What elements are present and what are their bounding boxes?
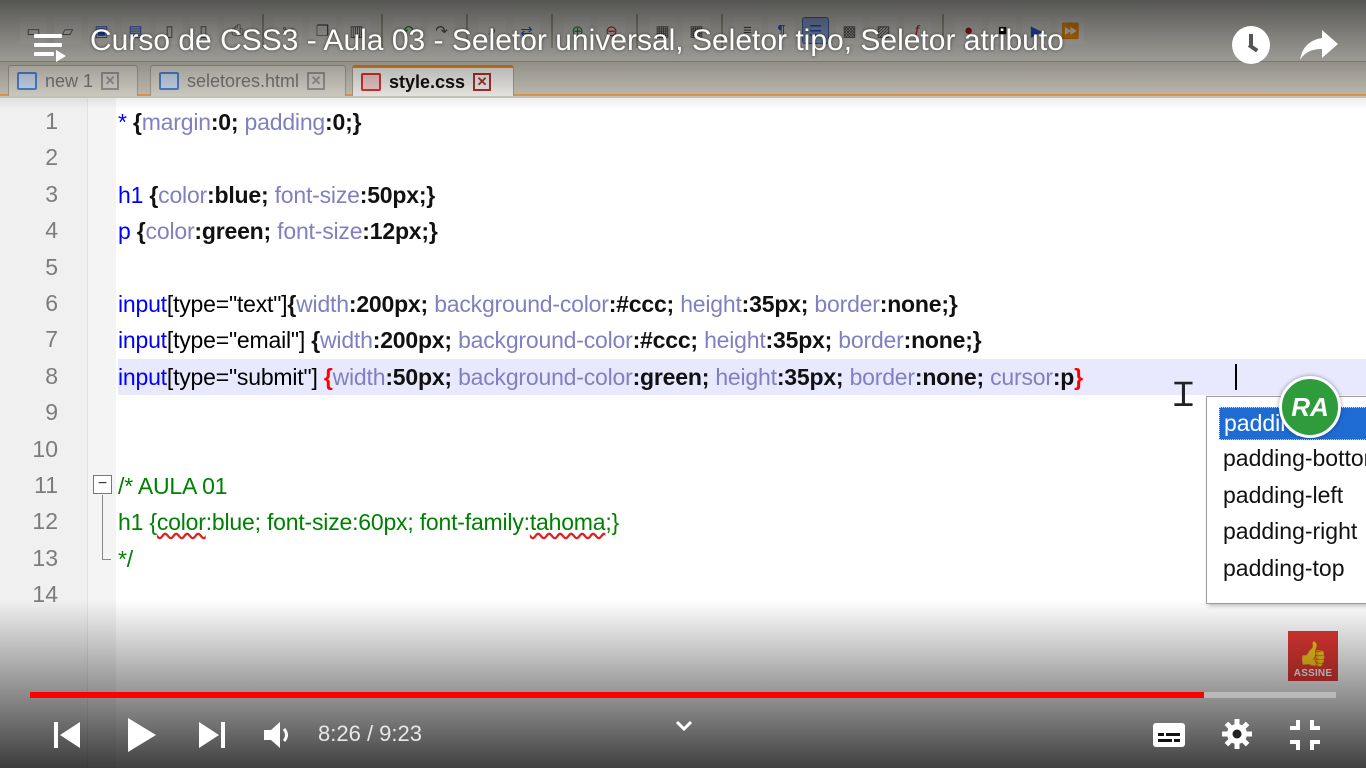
time-separator: / — [360, 721, 380, 746]
share-icon[interactable] — [1298, 26, 1340, 64]
total-time: 9:23 — [379, 721, 422, 746]
mouse-ibeam-cursor-icon: Ɪ — [1174, 375, 1193, 415]
line-number: 10 — [32, 436, 58, 462]
file-icon — [361, 73, 381, 91]
play-icon[interactable] — [122, 715, 158, 755]
line-number: 12 — [32, 508, 58, 534]
line-number: 11 — [34, 472, 58, 498]
line-number-gutter: 1 2 3 4 5 6 7 8 9 10 11 12 13 14 — [0, 98, 88, 768]
line-number: 3 — [45, 181, 58, 207]
code-line-6: input[type="text"]{width:200px; backgrou… — [118, 291, 958, 317]
thumbs-up-icon: 👍 — [1298, 641, 1328, 668]
channel-watermark-logo[interactable]: RA — [1279, 376, 1341, 438]
autocomplete-item[interactable]: padding-top — [1207, 550, 1366, 587]
file-icon — [159, 72, 179, 90]
autocomplete-item[interactable]: padding-left — [1207, 477, 1366, 514]
time-display: 8:26 / 9:23 — [318, 721, 422, 747]
line-number: 4 — [45, 217, 58, 243]
clock-icon[interactable] — [1232, 26, 1270, 64]
line-number: 1 — [45, 108, 58, 134]
fold-end — [102, 559, 111, 560]
subscribe-label: ASSINE — [1293, 668, 1333, 679]
fold-margin: − — [88, 98, 116, 768]
captions-icon[interactable] — [1152, 721, 1186, 749]
autocomplete-item[interactable]: padding-right — [1207, 513, 1366, 550]
tab-new-1[interactable]: new 1 ✕ — [8, 65, 138, 96]
fold-collapse-icon[interactable]: − — [93, 475, 112, 494]
skip-previous-icon[interactable] — [52, 718, 82, 752]
line-number: 5 — [45, 254, 58, 280]
close-tab-icon[interactable]: ✕ — [101, 72, 120, 90]
editor-tab-bar: new 1 ✕ seletores.html ✕ style.css ✕ — [0, 62, 1366, 96]
tab-style-css[interactable]: style.css ✕ — [352, 65, 514, 96]
current-time: 8:26 — [318, 721, 361, 746]
progress-bar[interactable] — [30, 692, 1336, 698]
code-editor[interactable]: 1 2 3 4 5 6 7 8 9 10 11 12 13 14 − * {ma… — [0, 98, 1366, 768]
close-tab-icon[interactable]: ✕ — [307, 72, 326, 90]
code-line-4: p {color:green; font-size:12px;} — [118, 218, 438, 244]
line-number: 8 — [45, 363, 58, 389]
close-tab-icon[interactable]: ✕ — [473, 73, 492, 91]
code-line-13-comment: */ — [118, 546, 133, 572]
tab-seletores-html[interactable]: seletores.html ✕ — [150, 65, 346, 96]
exit-fullscreen-icon[interactable] — [1288, 718, 1322, 752]
fold-line — [102, 495, 103, 559]
volume-icon[interactable] — [262, 720, 296, 750]
video-title[interactable]: Curso de CSS3 - Aula 03 - Seletor univer… — [90, 24, 1064, 58]
code-line-7: input[type="email"] {width:200px; backgr… — [118, 327, 982, 353]
line-number: 6 — [45, 290, 58, 316]
line-number: 9 — [45, 399, 58, 425]
line-number: 2 — [45, 144, 58, 170]
code-line-1: * {margin:0; padding:0;} — [118, 109, 362, 135]
progress-played — [30, 692, 1205, 698]
tab-label: new 1 — [45, 70, 94, 91]
code-line-3: h1 {color:blue; font-size:50px;} — [118, 182, 436, 208]
tab-label: seletores.html — [187, 70, 300, 91]
autocomplete-item[interactable]: padding-bottom — [1207, 440, 1366, 477]
tab-label: style.css — [389, 71, 466, 92]
code-line-11-comment: /* AULA 01 — [118, 473, 228, 499]
video-frame[interactable]: ▭ ▱ ▣ ▤ ▯ ▯ ⎙ ✂ ❐ ▥ ↶ ↷ ⌕ ⇄ ⊕ ⊖ ▦ ▦ ≡ ¶ … — [0, 0, 1366, 768]
text-caret — [1235, 364, 1237, 390]
line-number: 13 — [32, 545, 58, 571]
code-line-12-comment: h1 {color:blue; font-size:60px; font-fam… — [118, 509, 620, 535]
chevron-down-icon[interactable] — [674, 718, 694, 734]
file-icon — [17, 72, 37, 90]
menu-icon[interactable] — [34, 30, 68, 64]
gear-icon[interactable] — [1220, 717, 1254, 751]
subscribe-badge[interactable]: 👍 ASSINE — [1288, 631, 1338, 681]
skip-next-icon[interactable] — [197, 718, 227, 752]
line-number: 14 — [32, 581, 58, 607]
line-number: 7 — [45, 326, 58, 352]
